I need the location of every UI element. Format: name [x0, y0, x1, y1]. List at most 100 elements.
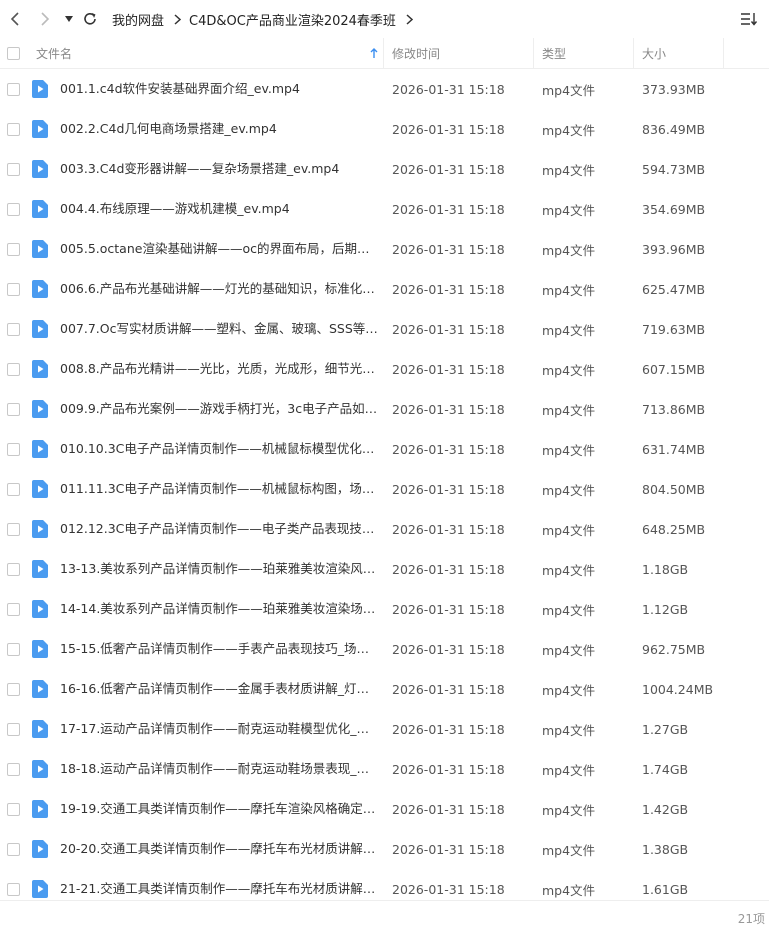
table-row[interactable]: 003.3.C4d变形器讲解——复杂场景搭建_ev.mp4 2026-01-31 … — [0, 149, 769, 189]
file-name-cell[interactable]: 18-18.运动产品详情页制作——耐克运动鞋场景表现_卖... — [60, 749, 378, 789]
file-name-cell[interactable]: 001.1.c4d软件安装基础界面介绍_ev.mp4 — [60, 69, 378, 109]
row-checkbox[interactable] — [7, 642, 20, 656]
row-checkbox[interactable] — [7, 722, 20, 736]
select-all-checkbox-cell[interactable] — [7, 38, 20, 68]
column-header-name[interactable]: 文件名 — [36, 38, 382, 68]
table-row[interactable]: 14-14.美妆系列产品详情页制作——珀莱雅美妆渲染场景... 2026-01-3… — [0, 589, 769, 629]
row-checkbox-cell[interactable] — [7, 269, 20, 309]
column-divider[interactable] — [723, 38, 724, 68]
file-name-cell[interactable]: 010.10.3C电子产品详情页制作——机械鼠标模型优化，... — [60, 429, 378, 469]
row-checkbox[interactable] — [7, 482, 20, 496]
row-checkbox[interactable] — [7, 682, 20, 696]
file-name-cell[interactable]: 19-19.交通工具类详情页制作——摩托车渲染风格确定_... — [60, 789, 378, 829]
row-checkbox[interactable] — [7, 882, 20, 896]
file-name-cell[interactable]: 13-13.美妆系列产品详情页制作——珀莱雅美妆渲染风格... — [60, 549, 378, 589]
row-checkbox[interactable] — [7, 122, 20, 136]
row-checkbox-cell[interactable] — [7, 69, 20, 109]
file-name-cell[interactable]: 003.3.C4d变形器讲解——复杂场景搭建_ev.mp4 — [60, 149, 378, 189]
table-row[interactable]: 15-15.低奢产品详情页制作——手表产品表现技巧_场景_... 2026-01-… — [0, 629, 769, 669]
file-name-cell[interactable]: 006.6.产品布光基础讲解——灯光的基础知识，标准化布... — [60, 269, 378, 309]
row-checkbox[interactable] — [7, 162, 20, 176]
table-row[interactable]: 011.11.3C电子产品详情页制作——机械鼠标构图，场景... 2026-01-… — [0, 469, 769, 509]
row-checkbox-cell[interactable] — [7, 589, 20, 629]
row-checkbox-cell[interactable] — [7, 189, 20, 229]
table-row[interactable]: 001.1.c4d软件安装基础界面介绍_ev.mp4 2026-01-31 15:… — [0, 69, 769, 109]
row-checkbox-cell[interactable] — [7, 749, 20, 789]
file-name-cell[interactable]: 16-16.低奢产品详情页制作——金属手表材质讲解_灯光... — [60, 669, 378, 709]
row-checkbox-cell[interactable] — [7, 109, 20, 149]
select-all-checkbox[interactable] — [7, 46, 20, 60]
row-checkbox-cell[interactable] — [7, 709, 20, 749]
row-checkbox[interactable] — [7, 402, 20, 416]
column-divider[interactable] — [533, 38, 534, 68]
row-checkbox[interactable] — [7, 282, 20, 296]
table-row[interactable]: 012.12.3C电子产品详情页制作——电子类产品表现技巧... 2026-01-… — [0, 509, 769, 549]
row-checkbox[interactable] — [7, 82, 20, 96]
file-name-cell[interactable]: 15-15.低奢产品详情页制作——手表产品表现技巧_场景_... — [60, 629, 378, 669]
column-header-size[interactable]: 大小 — [642, 38, 722, 68]
table-row[interactable]: 17-17.运动产品详情页制作——耐克运动鞋模型优化_材... 2026-01-3… — [0, 709, 769, 749]
file-name-cell[interactable]: 002.2.C4d几何电商场景搭建_ev.mp4 — [60, 109, 378, 149]
table-row[interactable]: 002.2.C4d几何电商场景搭建_ev.mp4 2026-01-31 15:18… — [0, 109, 769, 149]
table-row[interactable]: 20-20.交通工具类详情页制作——摩托车布光材质讲解.m... 2026-01-… — [0, 829, 769, 869]
table-row[interactable]: 006.6.产品布光基础讲解——灯光的基础知识，标准化布... 2026-01-3… — [0, 269, 769, 309]
row-checkbox-cell[interactable] — [7, 229, 20, 269]
row-checkbox[interactable] — [7, 202, 20, 216]
row-checkbox-cell[interactable] — [7, 349, 20, 389]
breadcrumb-item-root[interactable]: 我的网盘 — [112, 10, 164, 29]
column-divider[interactable] — [383, 38, 384, 68]
sort-menu-button[interactable] — [739, 9, 759, 29]
table-row[interactable]: 008.8.产品布光精讲——光比，光质，光成形，细节光，... 2026-01-3… — [0, 349, 769, 389]
row-checkbox-cell[interactable] — [7, 829, 20, 869]
refresh-button[interactable] — [80, 9, 100, 29]
row-checkbox-cell[interactable] — [7, 389, 20, 429]
file-name-cell[interactable]: 008.8.产品布光精讲——光比，光质，光成形，细节光，... — [60, 349, 378, 389]
table-row[interactable]: 005.5.octane渲染基础讲解——oc的界面布局，后期设... 2026-0… — [0, 229, 769, 269]
row-checkbox-cell[interactable] — [7, 149, 20, 189]
back-button[interactable] — [5, 9, 25, 29]
file-name-cell[interactable]: 011.11.3C电子产品详情页制作——机械鼠标构图，场景... — [60, 469, 378, 509]
row-checkbox-cell[interactable] — [7, 309, 20, 349]
file-name-cell[interactable]: 007.7.Oc写实材质讲解——塑料、金属、玻璃、SSS等材... — [60, 309, 378, 349]
column-header-modified[interactable]: 修改时间 — [392, 38, 532, 68]
row-checkbox-cell[interactable] — [7, 429, 20, 469]
row-checkbox[interactable] — [7, 602, 20, 616]
row-checkbox-cell[interactable] — [7, 789, 20, 829]
file-name-cell[interactable]: 012.12.3C电子产品详情页制作——电子类产品表现技巧... — [60, 509, 378, 549]
row-checkbox[interactable] — [7, 562, 20, 576]
file-name-cell[interactable]: 14-14.美妆系列产品详情页制作——珀莱雅美妆渲染场景... — [60, 589, 378, 629]
table-row[interactable]: 007.7.Oc写实材质讲解——塑料、金属、玻璃、SSS等材... 2026-01… — [0, 309, 769, 349]
table-row[interactable]: 004.4.布线原理——游戏机建模_ev.mp4 2026-01-31 15:18… — [0, 189, 769, 229]
row-checkbox[interactable] — [7, 522, 20, 536]
table-row[interactable]: 19-19.交通工具类详情页制作——摩托车渲染风格确定_... 2026-01-3… — [0, 789, 769, 829]
row-checkbox[interactable] — [7, 802, 20, 816]
file-name-cell[interactable]: 005.5.octane渲染基础讲解——oc的界面布局，后期设... — [60, 229, 378, 269]
column-header-type[interactable]: 类型 — [542, 38, 632, 68]
table-row[interactable]: 010.10.3C电子产品详情页制作——机械鼠标模型优化，... 2026-01-… — [0, 429, 769, 469]
column-divider[interactable] — [633, 38, 634, 68]
row-checkbox[interactable] — [7, 242, 20, 256]
row-checkbox-cell[interactable] — [7, 509, 20, 549]
file-name-cell[interactable]: 17-17.运动产品详情页制作——耐克运动鞋模型优化_材... — [60, 709, 378, 749]
forward-button[interactable] — [35, 9, 55, 29]
file-name-cell[interactable]: 20-20.交通工具类详情页制作——摩托车布光材质讲解.m... — [60, 829, 378, 869]
file-name-cell[interactable]: 004.4.布线原理——游戏机建模_ev.mp4 — [60, 189, 378, 229]
row-checkbox-cell[interactable] — [7, 669, 20, 709]
row-checkbox[interactable] — [7, 362, 20, 376]
row-checkbox[interactable] — [7, 842, 20, 856]
row-checkbox-cell[interactable] — [7, 629, 20, 669]
row-checkbox-cell[interactable] — [7, 549, 20, 589]
file-name-cell[interactable]: 009.9.产品布光案例——游戏手柄打光，3c电子产品如何... — [60, 389, 378, 429]
table-row[interactable]: 13-13.美妆系列产品详情页制作——珀莱雅美妆渲染风格... 2026-01-3… — [0, 549, 769, 589]
breadcrumb-item-current[interactable]: C4D&OC产品商业渲染2024春季班 — [189, 10, 396, 29]
table-row[interactable]: 009.9.产品布光案例——游戏手柄打光，3c电子产品如何... 2026-01-… — [0, 389, 769, 429]
vertical-scrollbar[interactable] — [763, 69, 769, 900]
history-dropdown-button[interactable] — [59, 9, 79, 29]
row-checkbox-cell[interactable] — [7, 469, 20, 509]
row-checkbox[interactable] — [7, 322, 20, 336]
table-row[interactable]: 16-16.低奢产品详情页制作——金属手表材质讲解_灯光... 2026-01-3… — [0, 669, 769, 709]
video-file-icon — [32, 149, 48, 189]
row-checkbox[interactable] — [7, 442, 20, 456]
row-checkbox[interactable] — [7, 762, 20, 776]
table-row[interactable]: 18-18.运动产品详情页制作——耐克运动鞋场景表现_卖... 2026-01-3… — [0, 749, 769, 789]
